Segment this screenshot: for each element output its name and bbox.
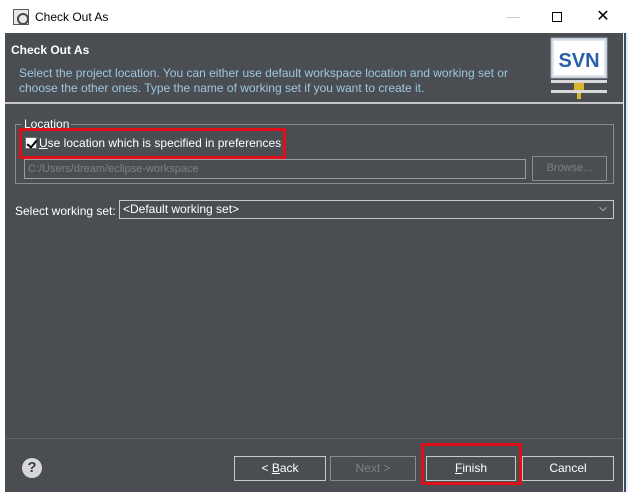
working-set-label: Select working set: [15,204,116,218]
wizard-page-description: Select the project location. You can eit… [19,66,508,95]
checkbox-highlight-box [19,128,286,159]
maximize-button[interactable] [534,0,580,33]
footer-separator [5,438,623,439]
window-right-edge [623,33,628,492]
checkout-dialog: Check Out As Select the project location… [5,33,623,492]
working-set-selected-value: <Default working set> [123,202,240,216]
maximize-icon [552,12,562,23]
svn-logo-text: SVN [558,50,599,72]
svn-logo-icon: SVN [550,37,608,99]
back-button[interactable]: < Back [234,456,326,481]
help-icon[interactable]: ? [22,458,42,478]
header-separator [5,102,623,104]
window-title: Check Out As [35,10,109,24]
wizard-page-title: Check Out As [11,43,90,57]
back-prefix: < [261,461,272,475]
eclipse-app-icon [13,9,29,25]
minimize-button[interactable]: — [490,0,536,33]
finish-highlight-box [421,443,522,485]
back-label-rest: ack [279,461,299,475]
location-path-field[interactable]: C:/Users/dream/eclipse-workspace [24,159,526,179]
chevron-down-icon[interactable]: ⌵ [597,202,609,216]
browse-button[interactable]: Browse... [532,156,607,181]
close-window-button[interactable]: ✕ [580,0,626,33]
back-mnemonic: B [271,461,280,475]
working-set-select[interactable]: <Default working set> ⌵ [119,200,614,219]
cancel-button[interactable]: Cancel [522,456,614,481]
next-button[interactable]: Next > [330,456,416,481]
wizard-header: Check Out As Select the project location… [5,33,623,102]
window-title-bar: Check Out As — ✕ [0,0,628,33]
